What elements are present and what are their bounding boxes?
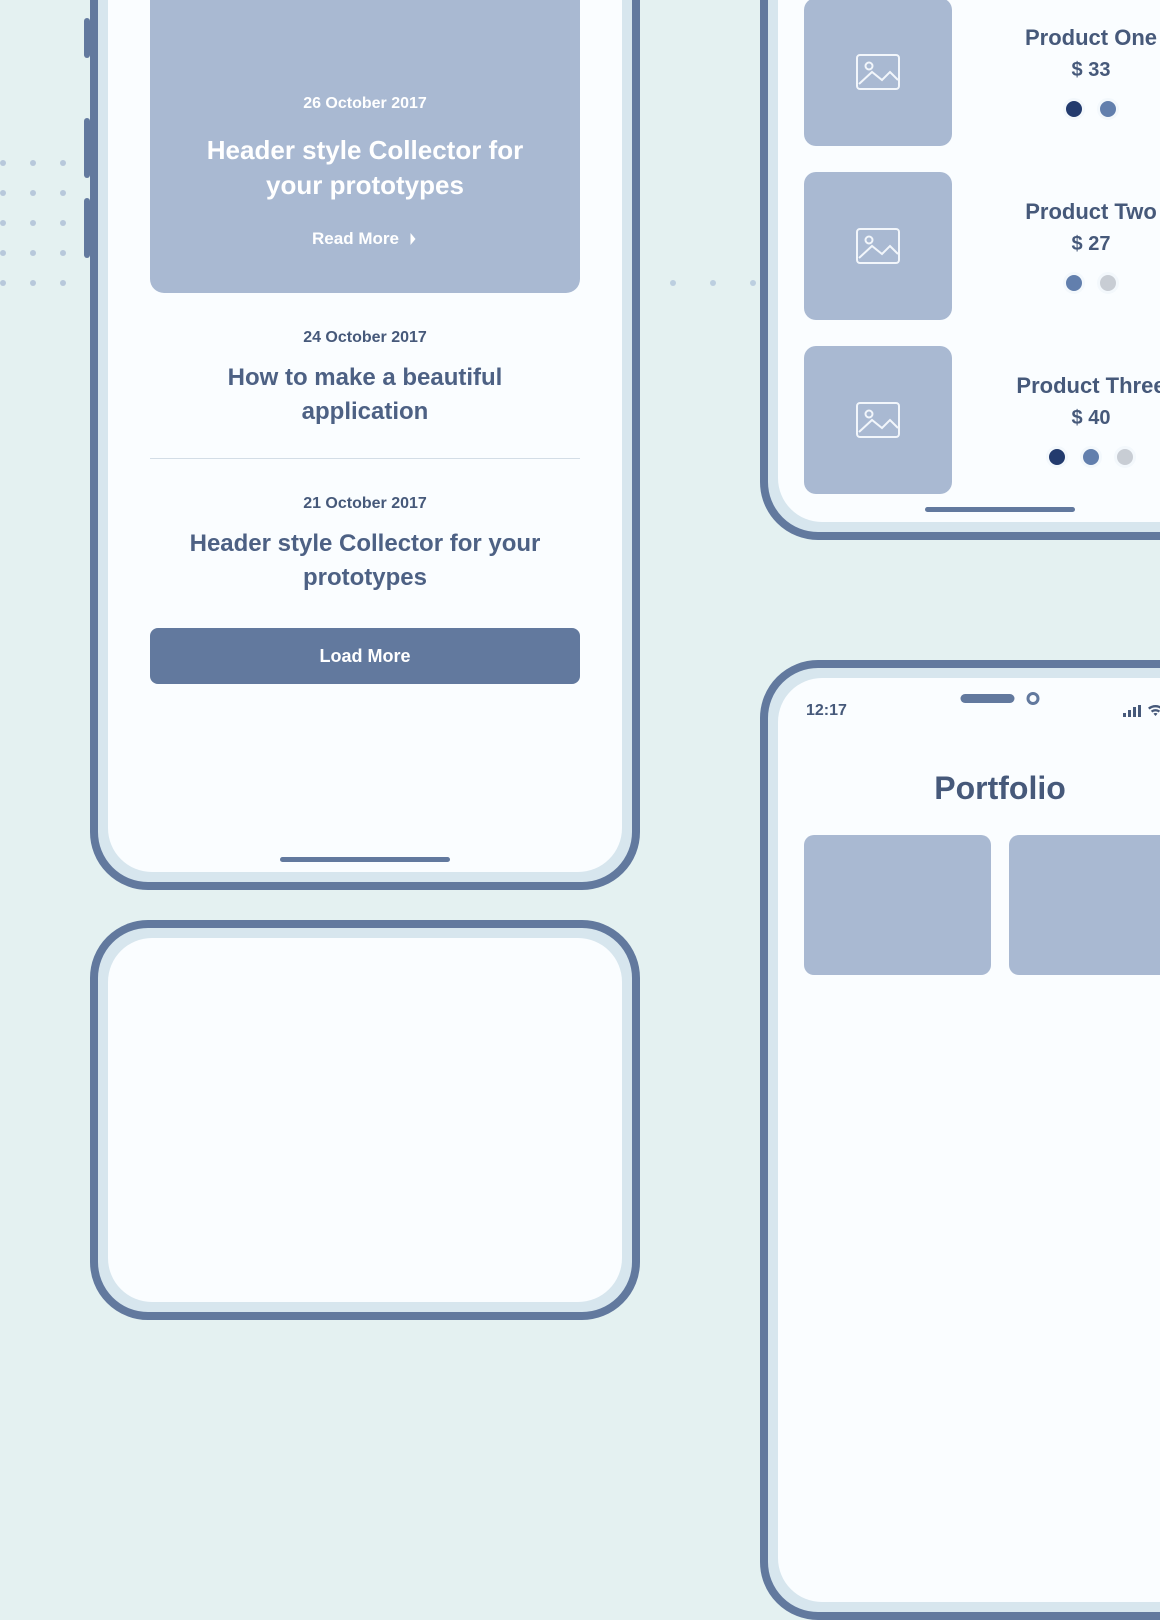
color-swatch[interactable]: [1063, 272, 1085, 294]
product-price: $ 40: [986, 407, 1160, 430]
featured-article-card[interactable]: 26 October 2017 Header style Collector f…: [150, 0, 580, 293]
featured-article-title: Header style Collector for your prototyp…: [150, 133, 580, 203]
color-swatch[interactable]: [1114, 446, 1136, 468]
signal-icon: [1123, 705, 1141, 717]
product-name: Product One: [986, 25, 1160, 51]
phone-mockup-portfolio: 12:17 Portfolio: [760, 660, 1160, 1620]
article-item[interactable]: 24 October 2017 How to make a beautiful …: [150, 293, 580, 459]
product-price: $ 27: [986, 233, 1160, 256]
home-indicator: [280, 857, 450, 862]
article-title: How to make a beautiful application: [168, 361, 562, 428]
status-bar: 12:17: [778, 702, 1160, 720]
home-indicator: [925, 507, 1075, 512]
phone-mockup-peek: [90, 920, 640, 1320]
product-row[interactable]: Product Two $ 27: [804, 172, 1160, 320]
color-swatches: [986, 98, 1160, 120]
color-swatch[interactable]: [1063, 98, 1085, 120]
portfolio-item[interactable]: [1009, 835, 1160, 975]
product-row[interactable]: Product One $ 33: [804, 0, 1160, 146]
phone-volume-up-button: [84, 118, 90, 178]
wifi-icon: [1147, 705, 1160, 717]
article-item[interactable]: 21 October 2017 Header style Collector f…: [150, 459, 580, 624]
article-date: 21 October 2017: [168, 495, 562, 513]
portfolio-item[interactable]: [804, 835, 991, 975]
page-title: Portfolio: [778, 770, 1160, 807]
image-placeholder-icon: [804, 0, 952, 146]
portfolio-grid: [778, 835, 1160, 975]
featured-article-date: 26 October 2017: [303, 95, 427, 113]
phone-volume-down-button: [84, 198, 90, 258]
image-placeholder-icon: [804, 346, 952, 494]
load-more-button[interactable]: Load More: [150, 628, 580, 684]
read-more-link[interactable]: Read More: [312, 229, 418, 249]
color-swatch[interactable]: [1097, 98, 1119, 120]
read-more-label: Read More: [312, 229, 399, 249]
article-title: Header style Collector for your prototyp…: [168, 527, 562, 594]
color-swatches: [986, 272, 1160, 294]
product-price: $ 33: [986, 59, 1160, 82]
product-row[interactable]: Product Three $ 40: [804, 346, 1160, 494]
chevron-right-icon: [409, 232, 418, 246]
status-time: 12:17: [806, 702, 847, 720]
phone-mockup-products: Product One $ 33 Product Two $ 27 Product Th…: [760, 0, 1160, 540]
phone-mockup-blog: 26 October 2017 Header style Collector f…: [90, 0, 640, 890]
phone-silent-switch: [84, 18, 90, 58]
color-swatch[interactable]: [1080, 446, 1102, 468]
product-name: Product Three: [986, 373, 1160, 399]
color-swatch[interactable]: [1046, 446, 1068, 468]
color-swatches: [986, 446, 1160, 468]
product-name: Product Two: [986, 199, 1160, 225]
image-placeholder-icon: [804, 172, 952, 320]
article-date: 24 October 2017: [168, 329, 562, 347]
color-swatch[interactable]: [1097, 272, 1119, 294]
